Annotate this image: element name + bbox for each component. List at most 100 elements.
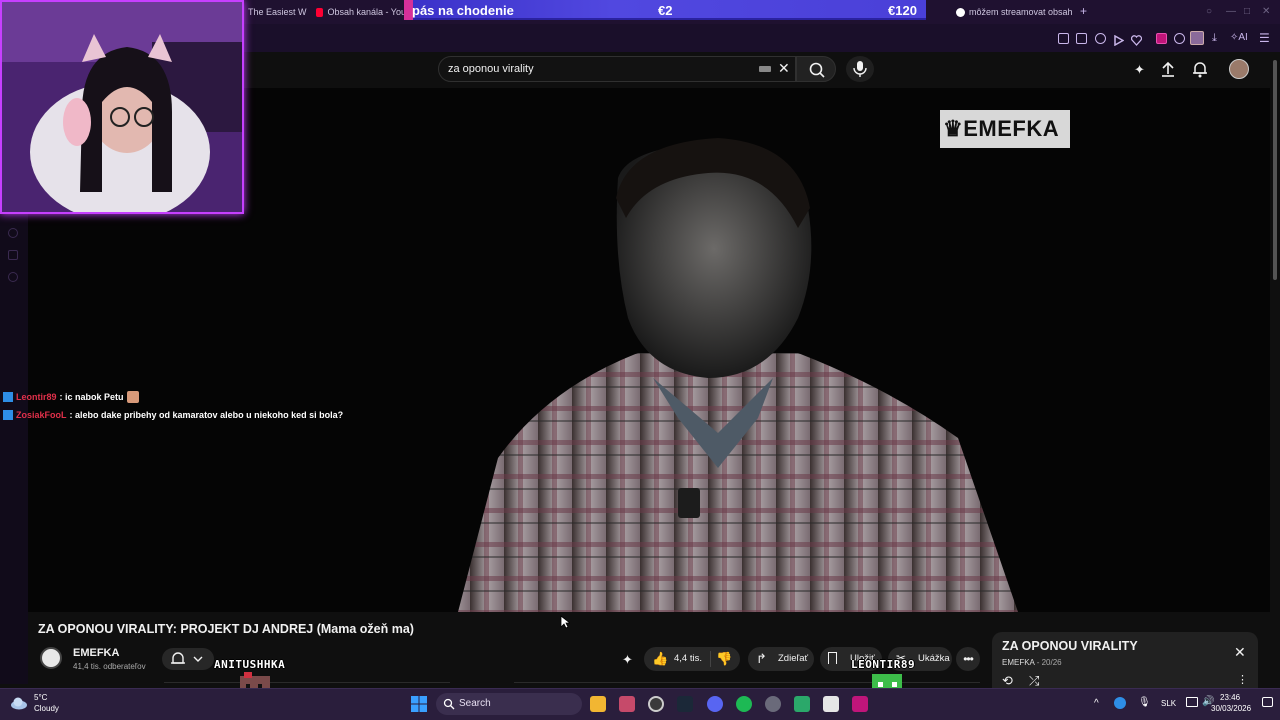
sprite-name-label: ANITUSHHKA [214,658,286,671]
clip-label: Ukážka [918,653,950,664]
tray-chevron-icon[interactable]: ^ [1094,698,1099,709]
voice-search-button[interactable] [846,56,874,82]
search-button[interactable] [796,56,836,82]
browser-tab[interactable]: Obsah kanála - You [316,4,406,20]
more-actions-button[interactable]: ••• [956,647,980,671]
search-icon [809,62,825,78]
download-icon[interactable]: ⤓ [1212,33,1223,44]
chat-badge-icon [3,392,13,402]
taskbar-search-box[interactable] [436,693,582,715]
discord-icon[interactable] [707,696,723,712]
like-dislike-group: 👍 4,4 tis. 👎 [644,647,740,671]
ask-ai-icon[interactable]: ✦ [622,652,633,668]
search-tabs-icon[interactable]: ○ [1206,6,1212,17]
input-language[interactable]: SLK [1161,699,1176,708]
notification-center-icon[interactable] [1262,697,1273,707]
spotify-icon[interactable] [736,696,752,712]
play-icon[interactable] [1113,33,1125,47]
windows-start-icon[interactable] [411,696,427,712]
history-icon[interactable] [8,228,18,238]
browser-tab[interactable]: The Easiest W [248,4,308,20]
subscriptions-icon[interactable] [8,250,18,260]
left-sidebar [0,214,28,684]
microphone-tray-icon[interactable]: 🎙 [1138,697,1151,708]
playlist-title[interactable]: ZA OPONOU VIRALITY [1002,639,1138,653]
app-icon[interactable] [823,696,839,712]
browser-tab[interactable]: môžem streamovat obsah [956,4,1076,20]
tab-label: The Easiest W [248,7,307,17]
close-window-icon[interactable]: ✕ [1262,6,1270,17]
search-query: za oponou virality [448,63,534,75]
taskbar-search-label: Search [459,698,491,709]
scrollbar-thumb[interactable] [1273,60,1277,280]
file-explorer-icon[interactable] [590,696,606,712]
channel-name[interactable]: EMEFKA [73,647,119,659]
clock-time[interactable]: 23:46 [1220,693,1240,702]
ai-button[interactable]: ✧AI [1230,32,1248,43]
playlist-menu-icon[interactable]: ⋮ [1237,673,1248,686]
search-icon [443,698,455,710]
like-count[interactable]: 4,4 tis. [674,653,702,664]
create-icon[interactable]: ✦ [1134,62,1145,78]
settings-icon[interactable] [8,272,18,282]
browser-icon[interactable] [852,696,868,712]
heart-icon[interactable] [1130,33,1143,46]
weather-temperature[interactable]: 5°C [34,693,47,702]
divider [710,651,711,667]
obs-icon[interactable] [648,696,664,712]
subscription-bell-button[interactable] [162,648,214,670]
new-tab-button[interactable]: + [1080,4,1087,18]
playlist-position: 20/26 [1041,658,1062,667]
close-playlist-icon[interactable]: ✕ [1234,644,1246,661]
profile-avatar[interactable] [1190,31,1204,45]
webcam-overlay [0,0,244,214]
more-icon: ••• [963,652,974,666]
channel-avatar[interactable] [40,647,62,669]
clock-date[interactable]: 30/03/2026 [1211,704,1251,713]
bookmark-icon[interactable] [1058,33,1069,44]
google-icon [956,7,965,17]
network-icon[interactable] [1186,697,1198,707]
minimize-icon[interactable]: — [1226,6,1236,17]
donation-goal-bar: pás na chodenie €2 €120 [404,0,926,20]
emote-icon [126,391,139,403]
like-icon[interactable]: 👍 [652,651,668,667]
watermark-text: EMEFKA [963,116,1060,141]
page-scrollbar[interactable] [1270,52,1280,684]
keyboard-icon[interactable] [759,66,771,72]
playlist-meta: EMEFKA - 20/26 [1002,658,1062,667]
tab-label: Obsah kanála - You [327,7,406,17]
screen: The Easiest W Obsah kanála - You môžem s… [0,0,1280,720]
share-label: Zdieľať [778,653,809,664]
chat-message: ZosiakFooL : alebo dake pribehy od kamar… [3,406,343,424]
tray-app-icon[interactable] [1114,697,1126,709]
store-icon[interactable] [619,696,635,712]
extension-icon[interactable] [1156,33,1167,44]
stream-chat-overlay: Leontir89 : ic nabok Petu ZosiakFooL : a… [3,388,343,424]
clear-search-icon[interactable]: ✕ [778,60,790,77]
screenshot-icon[interactable] [1076,33,1087,44]
tab-label: môžem streamovat obsah [969,7,1073,17]
extensions-puzzle-icon[interactable] [1174,33,1185,44]
notifications-bell-icon[interactable] [1192,60,1208,78]
account-avatar[interactable] [1229,59,1249,79]
bookmark-save-icon [828,652,837,664]
shuffle-icon[interactable]: ⤮ [1029,673,1039,689]
video-title: ZA OPONOU VIRALITY: PROJEKT DJ ANDREJ (M… [38,622,414,636]
upload-icon[interactable] [1160,60,1176,78]
goal-label: pás na chodenie [412,3,514,18]
shield-icon[interactable] [1095,33,1106,44]
settings-gear-icon[interactable] [765,696,781,712]
chat-text: : ic nabok Petu [59,392,124,402]
share-button[interactable]: ↱ Zdieľať [748,647,814,671]
maximize-icon[interactable]: □ [1244,6,1250,17]
cloudy-weather-icon[interactable] [10,696,30,710]
steam-icon[interactable] [677,696,693,712]
weather-description[interactable]: Cloudy [34,704,59,713]
playlist-channel[interactable]: EMEFKA [1002,658,1034,667]
loop-icon[interactable]: ⟲ [1002,673,1013,689]
dislike-icon[interactable]: 👎 [716,651,732,667]
menu-icon[interactable]: ☰ [1259,31,1270,45]
app-icon[interactable] [794,696,810,712]
chat-badge-icon [3,410,13,420]
